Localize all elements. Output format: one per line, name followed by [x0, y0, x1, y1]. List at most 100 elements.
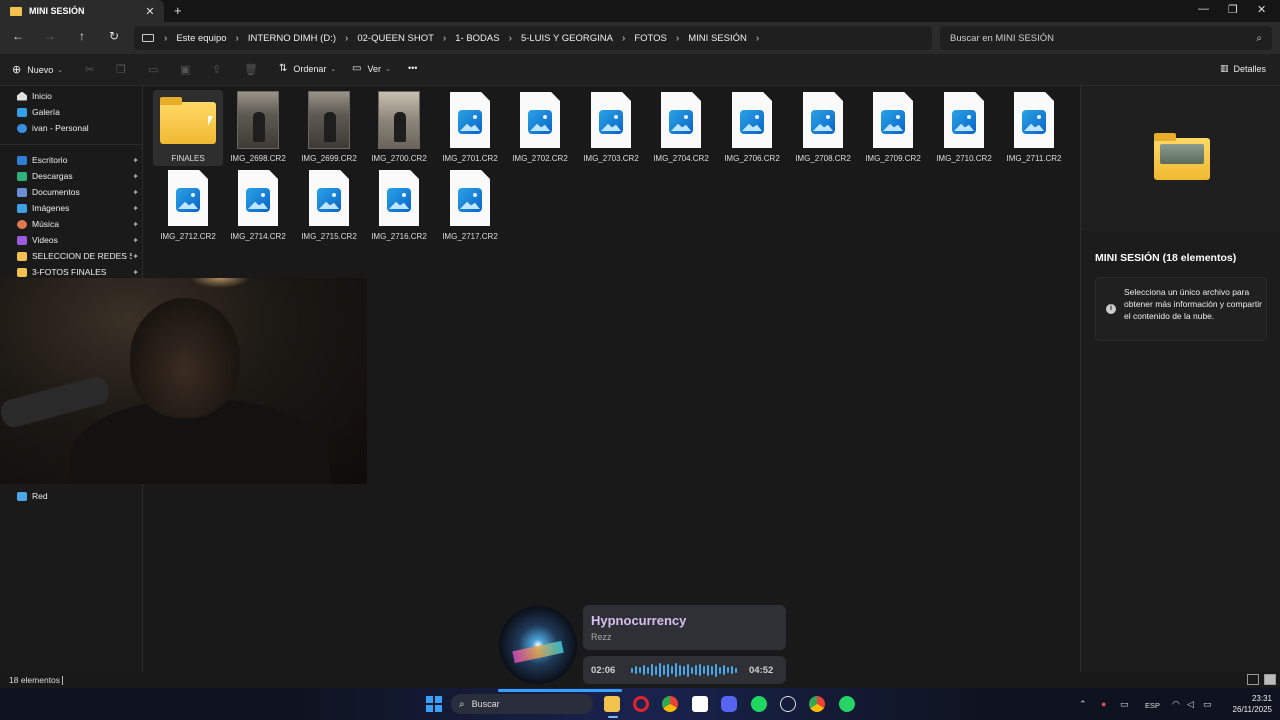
start-button[interactable]	[426, 696, 442, 712]
download-icon	[17, 171, 27, 181]
details-button[interactable]: ▥ Detalles	[1220, 63, 1266, 74]
volume-icon[interactable]: ◁	[1187, 699, 1194, 710]
breadcrumb[interactable]: INTERNO DIMH (D:)	[248, 33, 336, 44]
spotify-icon[interactable]	[751, 696, 767, 712]
breadcrumb[interactable]: 02-QUEEN SHOT	[357, 33, 434, 44]
sidebar-item-documentos[interactable]: Documentos ✦	[17, 185, 141, 199]
file-item[interactable]: IMG_2698.CR2	[223, 90, 293, 166]
plus-icon: ⊕	[12, 64, 22, 76]
forward-icon[interactable]: →	[41, 29, 59, 43]
minimize-button[interactable]: —	[1198, 3, 1209, 15]
chatgpt-icon[interactable]	[780, 696, 796, 712]
file-item[interactable]: IMG_2701.CR2	[435, 90, 505, 166]
pin-icon[interactable]: ✦	[132, 156, 139, 165]
taskbar-search[interactable]: ⌕ Buscar	[451, 694, 593, 714]
chrome-icon[interactable]	[809, 696, 825, 712]
maximize-button[interactable]: ❐	[1228, 3, 1238, 16]
file-item[interactable]: IMG_2714.CR2	[223, 168, 293, 244]
file-item[interactable]: IMG_2708.CR2	[788, 90, 858, 166]
image-file-icon	[520, 92, 560, 148]
back-icon[interactable]: ←	[9, 29, 27, 43]
sidebar-item-videos[interactable]: Videos ✦	[17, 233, 141, 247]
search-input[interactable]: Buscar en MINI SESIÓN ⌕	[940, 26, 1272, 50]
battery-icon[interactable]: ▭	[1203, 699, 1212, 710]
large-icons-view-icon[interactable]	[1264, 674, 1276, 685]
date: 26/11/2025	[1232, 705, 1272, 714]
more-options-button[interactable]: •••	[408, 63, 417, 73]
display-icon[interactable]: ▭	[1120, 699, 1129, 710]
paste-icon[interactable]: ▭	[148, 63, 158, 76]
pin-icon[interactable]: ✦	[132, 188, 139, 197]
new-tab-button[interactable]: +	[174, 3, 182, 18]
view-button[interactable]: ▭ Ver ⌄	[352, 63, 391, 74]
videos-icon	[17, 235, 27, 245]
file-item[interactable]: IMG_2703.CR2	[576, 90, 646, 166]
pin-icon[interactable]: ✦	[132, 204, 139, 213]
sidebar-item-fotos-finales[interactable]: 3-FOTOS FINALES ✦	[17, 265, 141, 279]
sidebar-item-descargas[interactable]: Descargas ✦	[17, 169, 141, 183]
file-item[interactable]: IMG_2712.CR2	[153, 168, 223, 244]
sidebar-item-imagenes[interactable]: Imágenes ✦	[17, 201, 141, 215]
address-bar[interactable]: › Este equipo › INTERNO DIMH (D:) › 02-Q…	[134, 26, 932, 50]
sidebar-item-red[interactable]: Red	[17, 489, 141, 503]
pin-icon[interactable]: ✦	[132, 252, 139, 261]
documents-icon	[17, 187, 27, 197]
file-item[interactable]: IMG_2717.CR2	[435, 168, 505, 244]
wifi-icon[interactable]: ◠	[1172, 699, 1180, 710]
pin-icon[interactable]: ✦	[132, 236, 139, 245]
breadcrumb[interactable]: MINI SESIÓN	[688, 33, 747, 44]
sidebar-item-galeria[interactable]: Galería	[17, 105, 141, 119]
breadcrumb[interactable]: 5-LUIS Y GEORGINA	[521, 33, 613, 44]
rename-icon[interactable]: ▣	[180, 63, 190, 76]
file-item[interactable]: IMG_2700.CR2	[364, 90, 434, 166]
notion-icon[interactable]	[692, 696, 708, 712]
image-file-icon	[732, 92, 772, 148]
divider	[0, 144, 142, 145]
new-button[interactable]: ⊕ Nuevo ⌄	[12, 63, 63, 76]
sidebar-item-escritorio[interactable]: Escritorio ✦	[17, 153, 141, 167]
close-window-button[interactable]: ✕	[1257, 3, 1266, 16]
pin-icon[interactable]: ✦	[132, 220, 139, 229]
breadcrumb[interactable]: FOTOS	[634, 33, 667, 44]
file-item[interactable]: IMG_2702.CR2	[505, 90, 575, 166]
sidebar-item-musica[interactable]: Música ✦	[17, 217, 141, 231]
microphone-icon[interactable]: ●	[1101, 699, 1106, 709]
language-indicator[interactable]: ESP	[1145, 701, 1160, 710]
refresh-icon[interactable]: ↻	[105, 29, 123, 43]
sidebar-item-onedrive[interactable]: ivan - Personal	[17, 121, 141, 135]
command-bar: ⊕ Nuevo ⌄ ✂ ❐ ▭ ▣ ⇪ 🗑 ⇅ Ordenar ⌄ ▭ Ver …	[0, 54, 1280, 86]
file-item[interactable]: IMG_2716.CR2	[364, 168, 434, 244]
folder-item[interactable]: FINALES	[153, 90, 223, 166]
file-explorer-icon[interactable]	[604, 696, 620, 712]
file-item[interactable]: IMG_2706.CR2	[717, 90, 787, 166]
breadcrumb[interactable]: Este equipo	[176, 33, 226, 44]
opera-icon[interactable]	[633, 696, 649, 712]
share-icon[interactable]: ⇪	[212, 63, 221, 76]
breadcrumb[interactable]: 1- BODAS	[455, 33, 499, 44]
clock[interactable]: 23:31 26/11/2025	[1212, 693, 1272, 715]
cut-icon[interactable]: ✂	[85, 63, 94, 76]
delete-icon[interactable]: 🗑	[244, 63, 258, 76]
whatsapp-icon[interactable]	[839, 696, 855, 712]
file-item[interactable]: IMG_2699.CR2	[294, 90, 364, 166]
close-tab-icon[interactable]: ✕	[144, 5, 156, 18]
copy-icon[interactable]: ❐	[116, 63, 126, 76]
chrome-icon[interactable]	[662, 696, 678, 712]
pin-icon[interactable]: ✦	[132, 172, 139, 181]
tab-mini-sesion[interactable]: MINI SESIÓN ✕	[0, 0, 164, 22]
file-item[interactable]: IMG_2710.CR2	[929, 90, 999, 166]
file-item[interactable]: IMG_2715.CR2	[294, 168, 364, 244]
sidebar-item-seleccion-redes[interactable]: SELECCION DE REDES SOCIA ✦	[17, 249, 141, 263]
chevron-up-icon[interactable]: ⌃	[1079, 699, 1087, 710]
image-file-icon	[873, 92, 913, 148]
sidebar-item-inicio[interactable]: Inicio	[17, 89, 141, 103]
sort-button[interactable]: ⇅ Ordenar ⌄	[279, 63, 336, 74]
track-artist: Rezz	[591, 632, 612, 642]
pin-icon[interactable]: ✦	[132, 268, 139, 277]
file-item[interactable]: IMG_2711.CR2	[999, 90, 1069, 166]
discord-icon[interactable]	[721, 696, 737, 712]
up-icon[interactable]: ↑	[73, 29, 91, 43]
file-item[interactable]: IMG_2704.CR2	[646, 90, 716, 166]
details-view-icon[interactable]	[1247, 674, 1259, 685]
file-item[interactable]: IMG_2709.CR2	[858, 90, 928, 166]
